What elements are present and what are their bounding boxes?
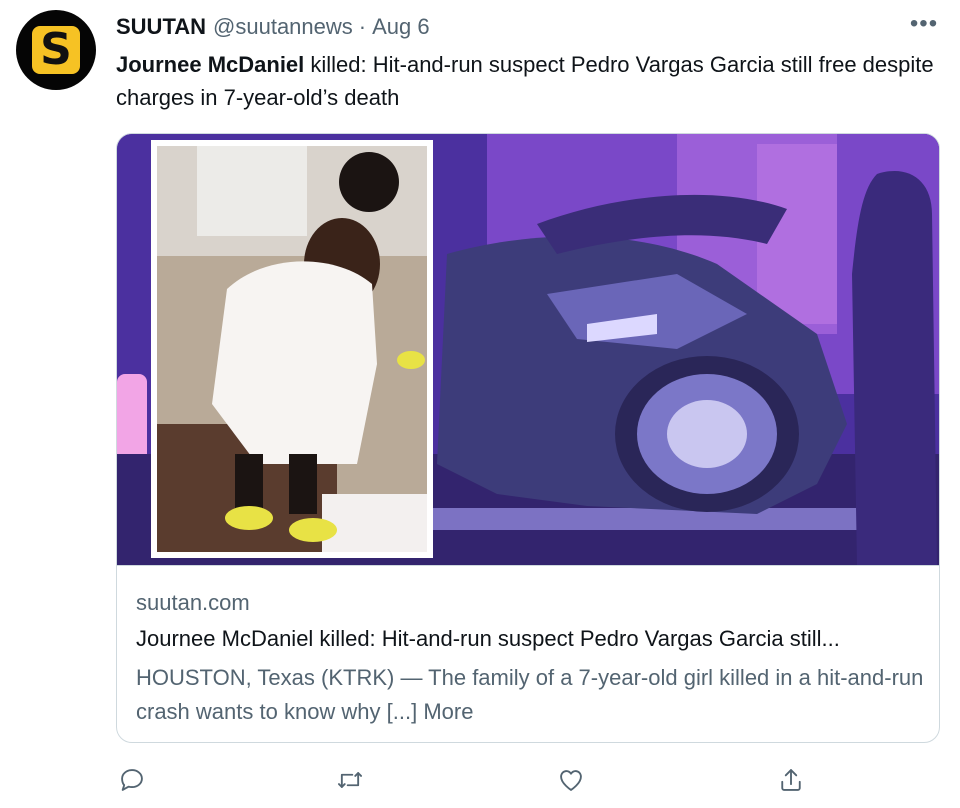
tweet-date[interactable]: Aug 6 [372,14,430,40]
suutan-logo: S [32,26,80,74]
tweet[interactable]: S SUUTAN @suutannews · Aug 6 ••• Journee… [0,0,960,808]
card-description: HOUSTON, Texas (KTRK) — The family of a … [136,665,924,724]
tweet-header: SUUTAN @suutannews · Aug 6 [116,12,430,42]
card-meta: suutan.com Journee McDaniel killed: Hit-… [117,565,939,742]
tweet-text-bold: Journee McDaniel [116,52,305,77]
reply-icon[interactable] [114,762,150,798]
tweet-actions [0,762,960,798]
card-domain: suutan.com [136,590,250,615]
author-handle[interactable]: @suutannews [213,14,353,40]
link-card[interactable]: suutan.com Journee McDaniel killed: Hit-… [116,133,940,743]
like-icon[interactable] [553,762,589,798]
tweet-text: Journee McDaniel killed: Hit-and-run sus… [116,48,946,114]
more-options-icon[interactable]: ••• [906,12,942,38]
avatar[interactable]: S [16,10,96,90]
card-title: Journee McDaniel killed: Hit-and-run sus… [136,626,840,651]
card-image-illustration [117,134,939,565]
share-icon[interactable] [773,762,809,798]
author-name[interactable]: SUUTAN [116,14,206,40]
retweet-icon[interactable] [332,762,368,798]
separator-dot: · [358,14,367,39]
card-image [117,134,939,565]
